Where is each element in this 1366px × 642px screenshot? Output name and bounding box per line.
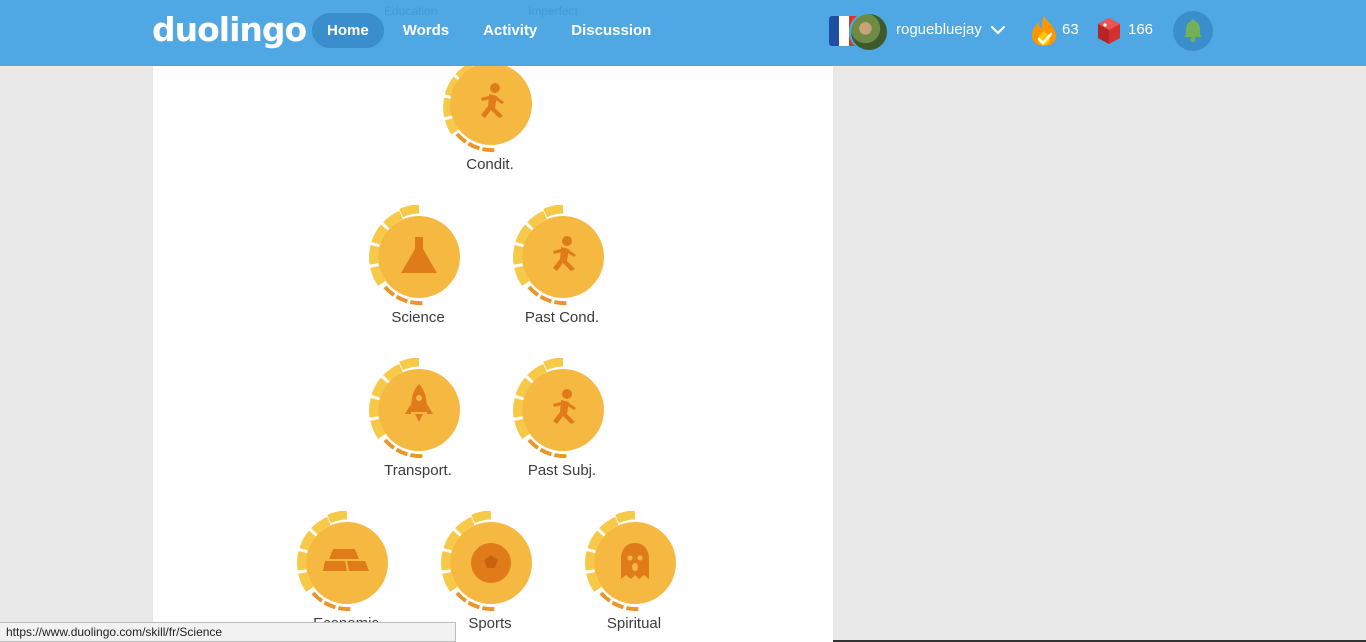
nav-activity[interactable]: Activity bbox=[468, 13, 552, 48]
ghost-icon bbox=[621, 543, 649, 579]
username-label[interactable]: roguebluejay bbox=[896, 21, 982, 38]
skill-label: Past Cond. bbox=[524, 309, 600, 326]
notifications-button[interactable] bbox=[1173, 11, 1213, 51]
skill-science[interactable]: Science bbox=[363, 205, 473, 335]
nav-words[interactable]: Words bbox=[388, 13, 464, 48]
skill-conditional[interactable]: Condit. bbox=[435, 52, 545, 182]
flame-icon[interactable] bbox=[1030, 15, 1058, 47]
skill-transportation[interactable]: Transport. bbox=[363, 358, 473, 488]
skill-coin bbox=[585, 511, 676, 612]
gem-icon[interactable] bbox=[1097, 17, 1121, 45]
skill-label: Transport. bbox=[384, 462, 452, 479]
bell-icon bbox=[1184, 19, 1202, 42]
skill-coin bbox=[297, 511, 388, 612]
skill-past-subjunctive[interactable]: Past Subj. bbox=[507, 358, 617, 488]
skill-label: Science bbox=[391, 309, 445, 326]
user-avatar[interactable] bbox=[849, 12, 889, 52]
skill-past-conditional[interactable]: Past Cond. bbox=[507, 205, 617, 335]
gem-count[interactable]: 166 bbox=[1128, 21, 1153, 38]
skill-coin bbox=[513, 205, 604, 306]
skill-label: Condit. bbox=[466, 156, 514, 173]
chevron-down-icon[interactable] bbox=[990, 22, 1006, 38]
nav-home[interactable]: Home bbox=[312, 13, 384, 48]
top-navigation-bar: duolingo Education Imperfect Home Words … bbox=[0, 0, 1366, 66]
skill-coin bbox=[513, 358, 604, 459]
link-status-bar: https://www.duolingo.com/skill/fr/Scienc… bbox=[0, 622, 456, 642]
skill-coin bbox=[369, 358, 460, 459]
main-nav: Home Words Activity Discussion bbox=[312, 13, 670, 48]
skill-label: Past Subj. bbox=[527, 462, 597, 479]
skill-coin bbox=[441, 511, 532, 612]
skill-label: Spiritual bbox=[606, 615, 662, 632]
soccer-ball-icon bbox=[471, 543, 511, 583]
duolingo-logo[interactable]: duolingo bbox=[152, 10, 307, 49]
skill-coin bbox=[443, 55, 532, 153]
streak-count[interactable]: 63 bbox=[1062, 21, 1079, 38]
skill-spiritual[interactable]: Spiritual bbox=[579, 511, 689, 641]
skill-coin bbox=[369, 205, 460, 306]
nav-discussion[interactable]: Discussion bbox=[556, 13, 666, 48]
